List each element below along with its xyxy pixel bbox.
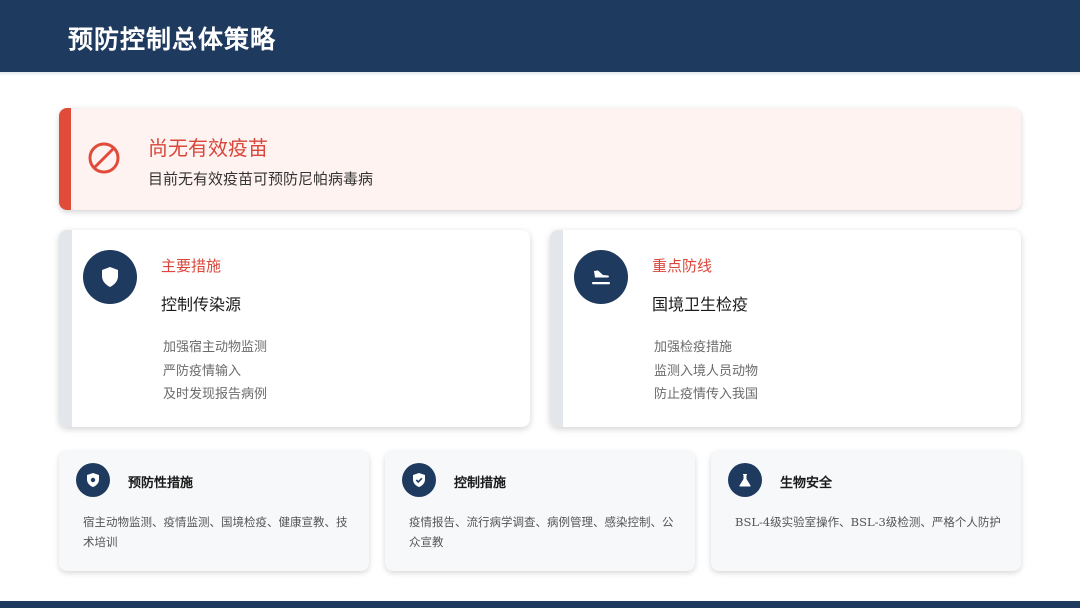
shield-check-icon [402, 463, 436, 497]
card-kicker: 主要措施 [161, 257, 222, 275]
small-card-title: 预防性措施 [128, 476, 194, 491]
shield-virus-icon [76, 463, 110, 497]
header-shadow [0, 72, 1080, 76]
card-preventive-measures: 预防性措施 宿主动物监测、疫情监测、国境检疫、健康宣教、技术培训 [59, 451, 369, 571]
card-accent-bar [59, 230, 72, 427]
small-card-title: 生物安全 [780, 476, 833, 491]
shield-icon [83, 250, 137, 304]
card-main-measures: 主要措施 控制传染源 加强宿主动物监测 严防疫情输入 及时发现报告病例 [59, 230, 530, 427]
alert-title: 尚无有效疫苗 [148, 136, 268, 160]
alert-accent-bar [59, 108, 71, 210]
card-key-defense: 重点防线 国境卫生检疫 加强检疫措施 监测入境人员动物 防止疫情传入我国 [550, 230, 1021, 427]
footer-bar [0, 601, 1080, 608]
alert-banner: 尚无有效疫苗 目前无有效疫苗可预防尼帕病毒病 [59, 108, 1021, 210]
list-item: 防止疫情传入我国 [654, 387, 759, 402]
card-item-list: 加强宿主动物监测 严防疫情输入 及时发现报告病例 [163, 336, 267, 407]
prohibited-icon [87, 141, 121, 175]
plane-landing-icon [574, 250, 628, 304]
card-title: 国境卫生检疫 [652, 295, 749, 314]
small-card-title: 控制措施 [454, 476, 507, 491]
small-card-body: 宿主动物监测、疫情监测、国境检疫、健康宣教、技术培训 [83, 515, 348, 549]
flask-icon [728, 463, 762, 497]
header-bar: 预防控制总体策略 [0, 0, 1080, 72]
list-item: 监测入境人员动物 [654, 363, 759, 379]
small-card-body: 疫情报告、流行病学调查、病例管理、感染控制、公众宣教 [409, 515, 674, 549]
small-card-body: BSL-4级实验室操作、BSL-3级检测、严格个人防护 [735, 515, 1001, 529]
list-item: 加强检疫措施 [654, 340, 733, 355]
list-item: 及时发现报告病例 [163, 387, 268, 402]
card-item-list: 加强检疫措施 监测入境人员动物 防止疫情传入我国 [654, 336, 758, 407]
page-title: 预防控制总体策略 [68, 25, 277, 54]
list-item: 加强宿主动物监测 [163, 340, 268, 355]
alert-subtitle: 目前无有效疫苗可预防尼帕病毒病 [148, 170, 374, 188]
card-kicker: 重点防线 [652, 257, 713, 275]
card-accent-bar [550, 230, 563, 427]
card-biosafety: 生物安全 BSL-4级实验室操作、BSL-3级检测、严格个人防护 [711, 451, 1021, 571]
card-control-measures: 控制措施 疫情报告、流行病学调查、病例管理、感染控制、公众宣教 [385, 451, 695, 571]
list-item: 严防疫情输入 [163, 363, 242, 379]
card-title: 控制传染源 [161, 295, 242, 314]
